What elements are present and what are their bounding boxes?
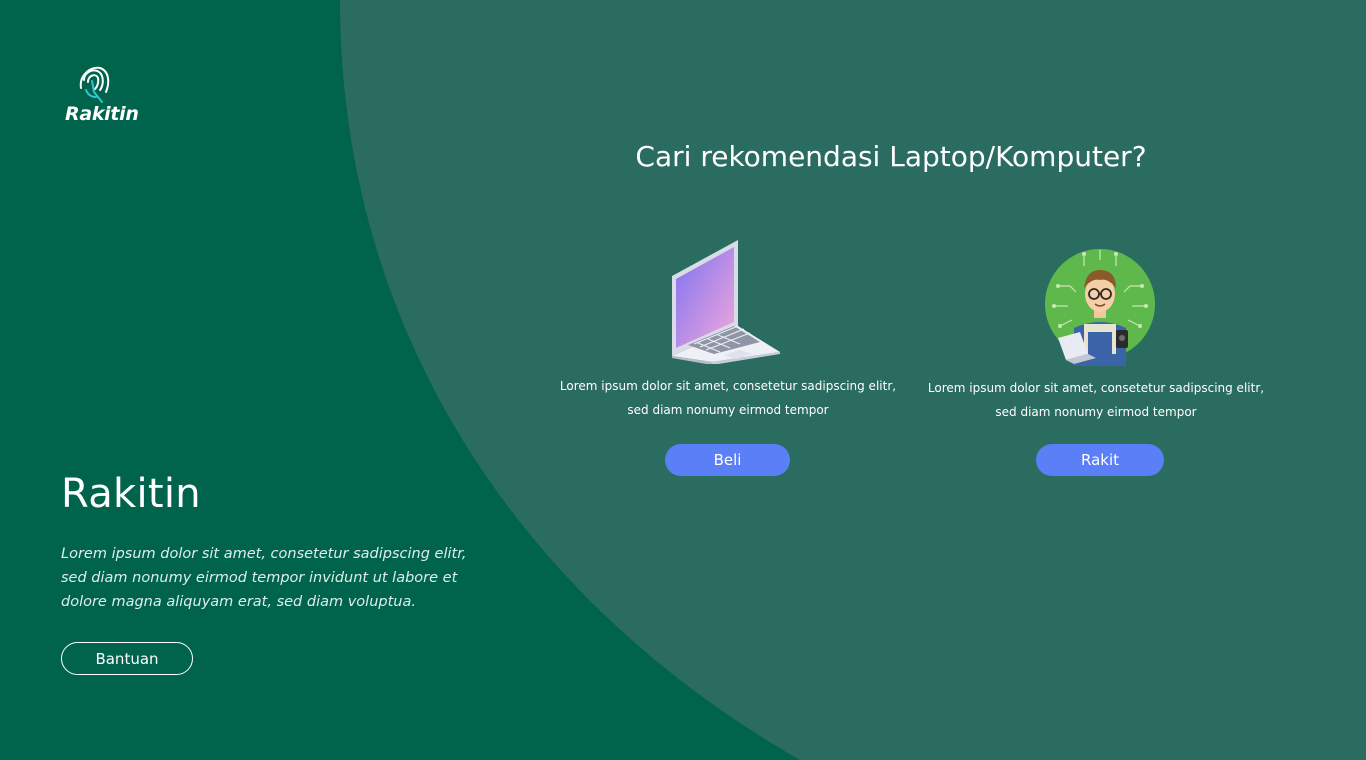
- technician-illustration: [916, 236, 1276, 376]
- build-description: Lorem ipsum dolor sit amet, consetetur s…: [927, 381, 1265, 419]
- technician-avatar-icon: [1045, 249, 1155, 366]
- logo-text: Rakitin: [65, 103, 139, 125]
- intro-description: Lorem ipsum dolor sit amet, consetetur s…: [61, 546, 467, 610]
- buy-button[interactable]: Beli: [665, 444, 790, 476]
- main-heading: Cari rekomendasi Laptop/Komputer?: [635, 140, 1147, 173]
- buy-option-card: Lorem ipsum dolor sit amet, consetetur s…: [548, 236, 908, 476]
- build-option-card: Lorem ipsum dolor sit amet, consetetur s…: [916, 236, 1276, 476]
- build-button[interactable]: Rakit: [1036, 444, 1164, 476]
- help-button[interactable]: Bantuan: [61, 642, 193, 675]
- brand-logo[interactable]: Rakitin: [62, 62, 142, 128]
- page-title: Rakitin: [61, 471, 201, 517]
- laptop-illustration: [548, 236, 908, 376]
- fingerprint-icon: [79, 66, 110, 103]
- buy-description: Lorem ipsum dolor sit amet, consetetur s…: [559, 379, 897, 417]
- laptop-icon: [672, 240, 780, 364]
